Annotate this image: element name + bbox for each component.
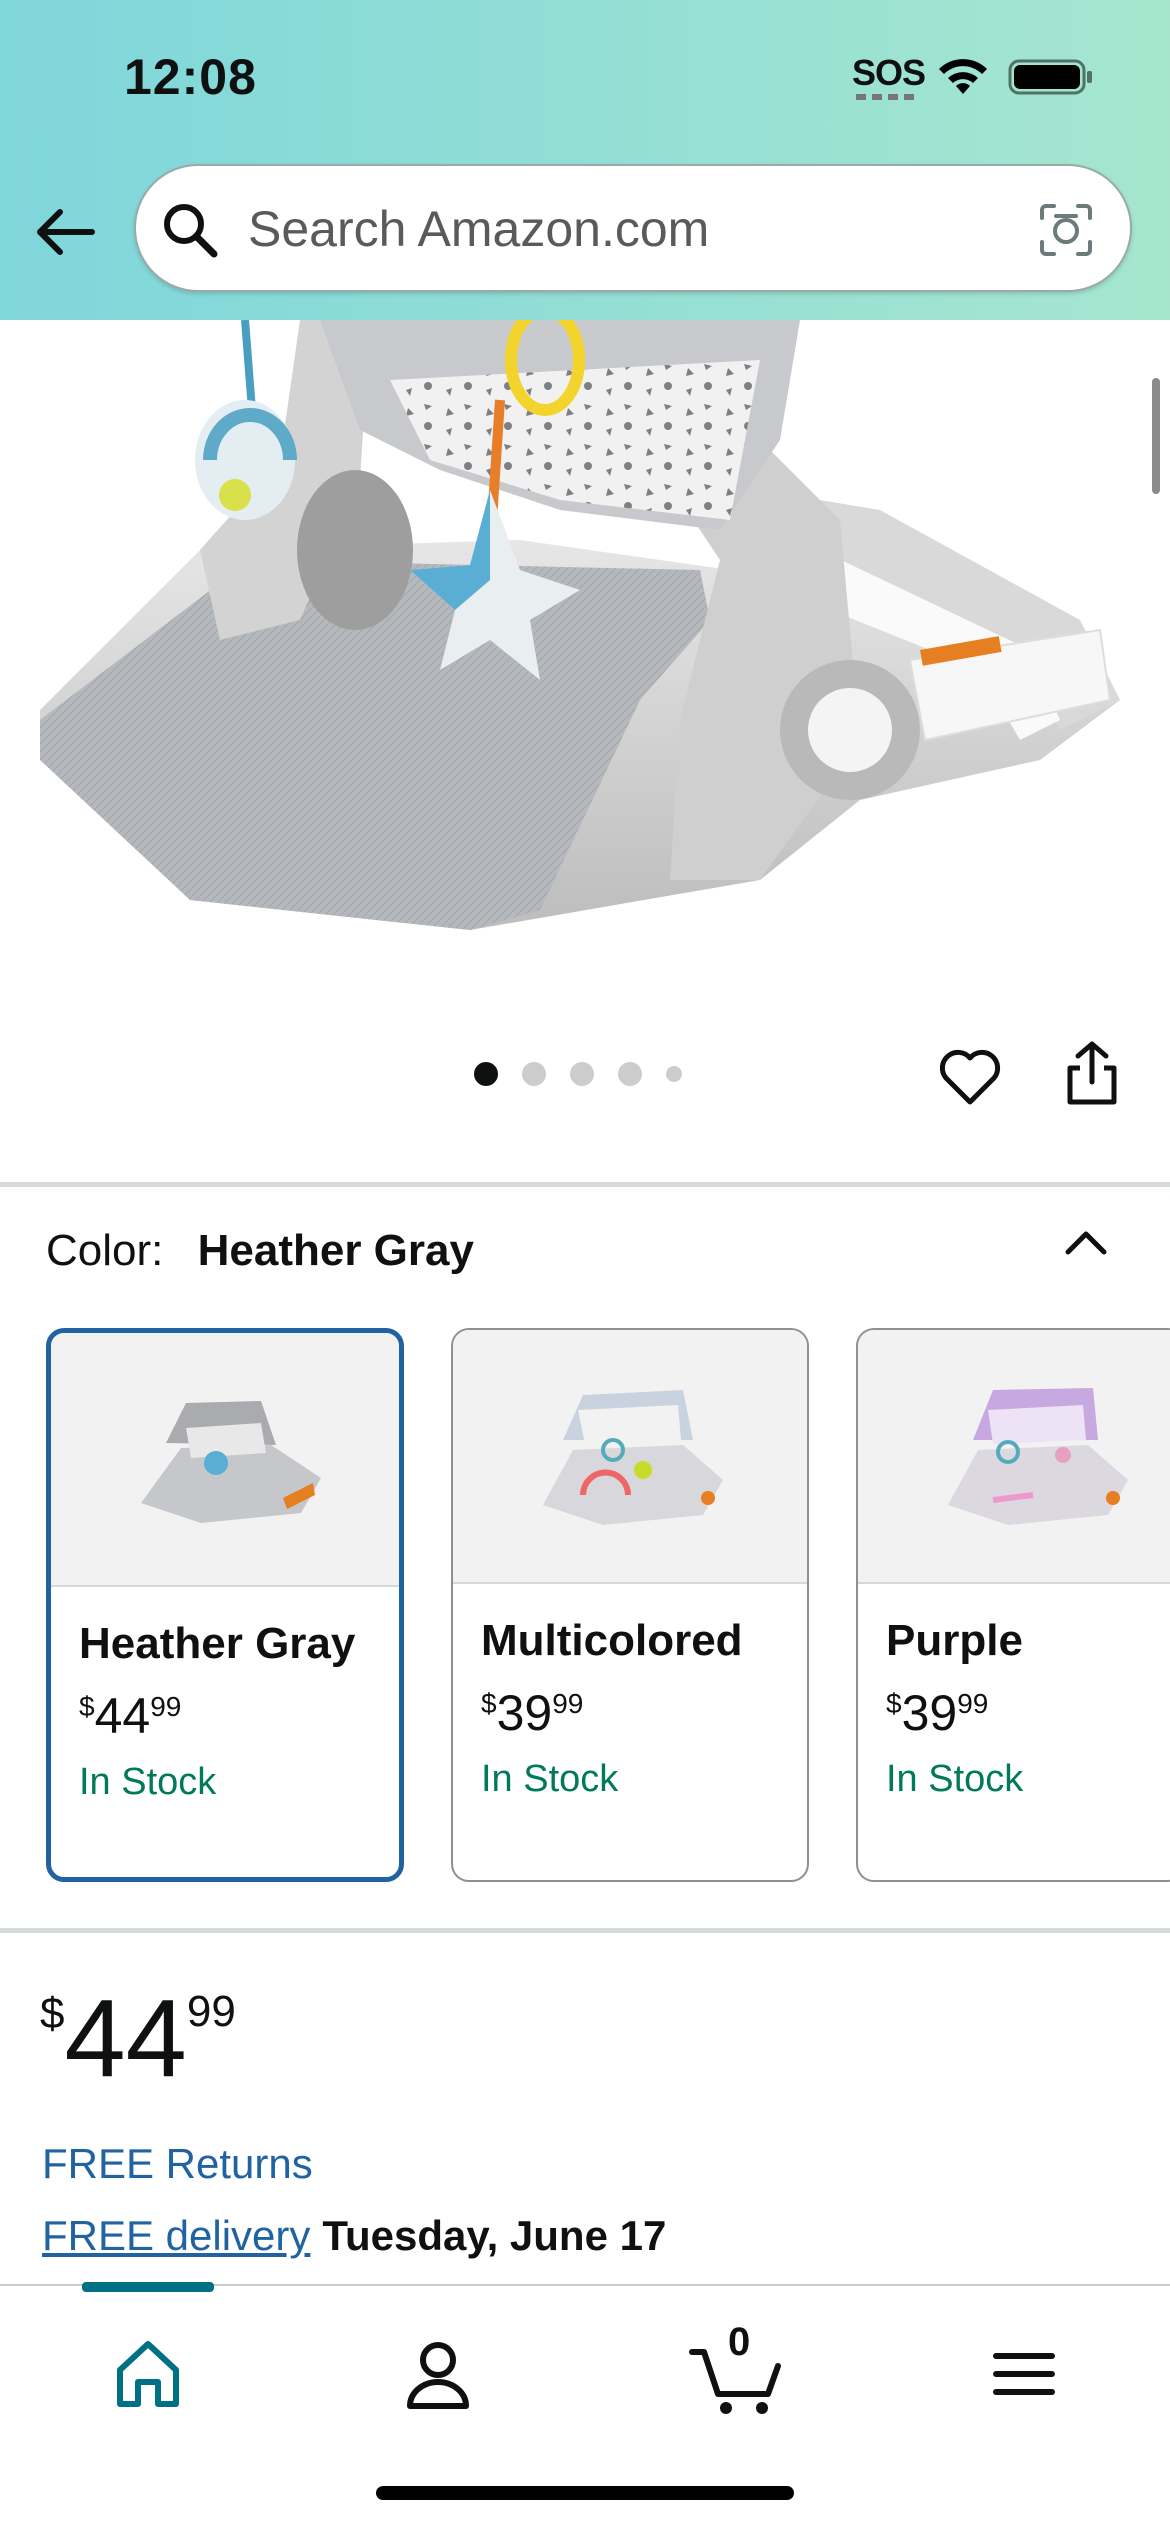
menu-icon[interactable] bbox=[976, 2326, 1072, 2422]
share-icon[interactable] bbox=[1062, 1040, 1122, 1108]
back-arrow-icon[interactable] bbox=[34, 200, 98, 264]
search-bar[interactable] bbox=[134, 164, 1132, 292]
scrollbar[interactable] bbox=[1152, 378, 1160, 494]
free-returns-link[interactable]: FREE Returns bbox=[42, 2140, 313, 2188]
pagination-dot-3[interactable] bbox=[570, 1062, 594, 1086]
swatch-image bbox=[453, 1330, 807, 1584]
swatch-name: Multicolored bbox=[481, 1616, 743, 1665]
search-input[interactable] bbox=[248, 194, 968, 264]
swatch-stock: In Stock bbox=[481, 1758, 619, 1800]
swatch-name: Purple bbox=[886, 1616, 1023, 1665]
product-image[interactable] bbox=[0, 320, 1170, 1020]
product-price: $4499 bbox=[40, 1977, 236, 2100]
pagination-dot-4[interactable] bbox=[618, 1062, 642, 1086]
swatch-image bbox=[858, 1330, 1170, 1584]
home-indicator bbox=[376, 2486, 794, 2500]
account-icon[interactable] bbox=[390, 2326, 486, 2422]
wifi-icon bbox=[939, 59, 987, 94]
search-icon bbox=[164, 204, 218, 258]
section-divider bbox=[0, 1182, 1170, 1187]
color-option-purple[interactable]: Purple $3999 In Stock bbox=[856, 1328, 1170, 1882]
chevron-up-icon[interactable] bbox=[1062, 1222, 1110, 1262]
delivery-info: FREE delivery Tuesday, June 17 bbox=[42, 2212, 666, 2260]
swatch-name: Heather Gray bbox=[79, 1619, 356, 1668]
swatch-stock: In Stock bbox=[886, 1758, 1024, 1800]
delivery-date: Tuesday, June 17 bbox=[322, 2212, 667, 2259]
active-tab-indicator bbox=[82, 2282, 214, 2292]
color-option-multicolored[interactable]: Multicolored $3999 In Stock bbox=[451, 1328, 809, 1882]
battery-icon bbox=[1008, 59, 1092, 95]
swatch-price: $3999 bbox=[886, 1685, 989, 1741]
swatch-price: $3999 bbox=[481, 1685, 584, 1741]
swatch-price: $4499 bbox=[79, 1688, 182, 1744]
heart-icon[interactable] bbox=[938, 1046, 1002, 1110]
camera-search-icon[interactable] bbox=[1036, 200, 1096, 260]
pagination-dot-1[interactable] bbox=[474, 1062, 498, 1086]
free-delivery-link[interactable]: FREE delivery bbox=[42, 2212, 310, 2259]
selected-color: Heather Gray bbox=[197, 1226, 474, 1275]
pagination-dot-2[interactable] bbox=[522, 1062, 546, 1086]
header: 12:08 SOS bbox=[0, 0, 1170, 320]
swatch-image bbox=[51, 1333, 399, 1587]
pagination-dot-5[interactable] bbox=[666, 1066, 682, 1082]
signal-dots bbox=[856, 94, 916, 100]
baby-seat-image bbox=[40, 320, 1120, 930]
image-pagination[interactable] bbox=[474, 1062, 682, 1086]
home-icon[interactable] bbox=[100, 2326, 196, 2422]
color-selector-header: Color: Heather Gray bbox=[46, 1226, 474, 1276]
cart-count: 0 bbox=[728, 2320, 751, 2364]
section-divider bbox=[0, 1928, 1170, 1933]
status-time: 12:08 bbox=[124, 49, 257, 105]
swatch-stock: In Stock bbox=[79, 1761, 217, 1803]
color-label: Color: bbox=[46, 1226, 164, 1275]
sos-indicator: SOS bbox=[852, 52, 926, 93]
color-option-heather-gray[interactable]: Heather Gray $4499 In Stock bbox=[46, 1328, 404, 1882]
